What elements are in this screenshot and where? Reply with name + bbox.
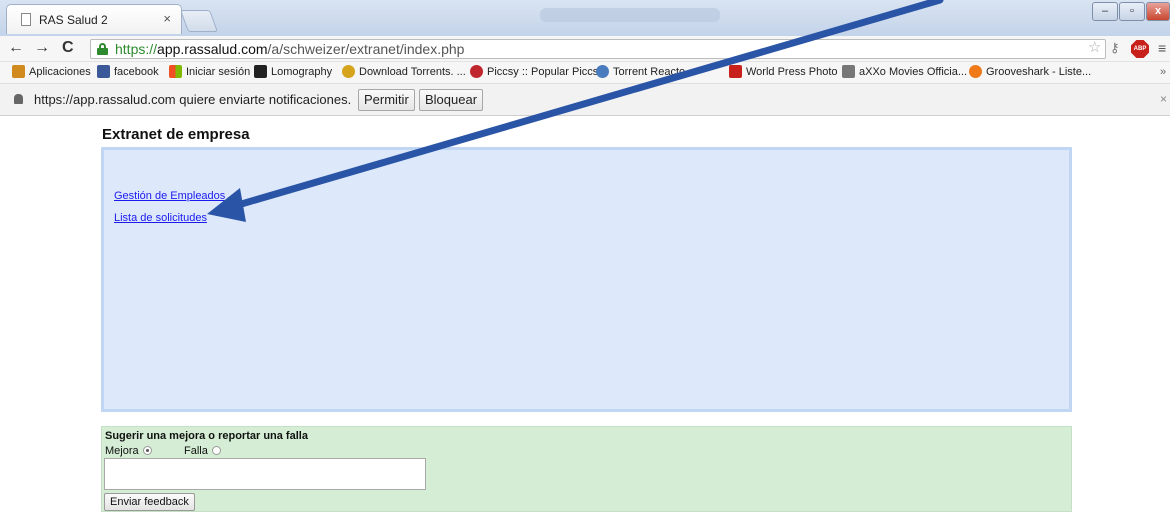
torrent-reactor-icon [596, 65, 609, 78]
windows-icon [169, 65, 182, 78]
feedback-title: Sugerir una mejora o reportar una falla [105, 430, 308, 442]
notification-bar: https://app.rassalud.com quiere enviarte… [0, 84, 1170, 116]
bookmark-aplicaciones[interactable]: Aplicaciones [12, 65, 91, 78]
maximize-button[interactable]: ▫ [1119, 2, 1145, 21]
send-feedback-button[interactable]: Enviar feedback [104, 493, 195, 511]
new-tab-button[interactable] [179, 10, 219, 32]
link-gestion-empleados[interactable]: Gestión de Empleados [114, 190, 225, 202]
tab-close-icon[interactable]: × [163, 11, 171, 26]
wpp-icon [729, 65, 742, 78]
notification-close-icon[interactable]: × [1160, 92, 1167, 106]
bell-icon [14, 94, 23, 104]
bookmark-piccsy[interactable]: Piccsy :: Popular Piccs [470, 65, 598, 78]
feedback-form: Sugerir una mejora o reportar una falla … [101, 426, 1072, 512]
extranet-menu-panel: Gestión de Empleados Lista de solicitude… [101, 147, 1072, 412]
radio-mejora[interactable] [142, 446, 152, 455]
browser-tab[interactable]: RAS Salud 2 × [6, 4, 182, 34]
address-toolbar: ← → C https://app.rassalud.com/a/schweiz… [0, 36, 1170, 62]
option-mejora[interactable]: Mejora [105, 445, 152, 457]
menu-icon[interactable]: ≡ [1158, 40, 1166, 56]
bookmark-iniciar-sesion[interactable]: Iniciar sesión [169, 65, 250, 78]
link-lista-solicitudes[interactable]: Lista de solicitudes [114, 212, 207, 224]
bookmark-axxo-movies[interactable]: aXXo Movies Officia... [842, 65, 967, 78]
heart-icon [470, 65, 483, 78]
bookmark-lomography[interactable]: Lomography [254, 65, 332, 78]
torrent-icon [342, 65, 355, 78]
bookmark-facebook[interactable]: facebook [97, 65, 159, 78]
forward-icon[interactable]: → [34, 40, 50, 56]
block-button[interactable]: Bloquear [419, 89, 484, 111]
allow-button[interactable]: Permitir [358, 89, 415, 111]
grooveshark-icon [969, 65, 982, 78]
address-bar[interactable]: https://app.rassalud.com/a/schweizer/ext… [90, 39, 1106, 59]
facebook-icon [97, 65, 110, 78]
option-falla[interactable]: Falla [184, 445, 221, 457]
bookmark-download-torrents[interactable]: Download Torrents. ... [342, 65, 466, 78]
notification-text: https://app.rassalud.com quiere enviarte… [34, 92, 352, 107]
page-title: Extranet de empresa [102, 126, 250, 143]
lock-icon [97, 43, 108, 55]
title-bar: RAS Salud 2 × – ▫ x [0, 0, 1170, 36]
film-icon [842, 65, 855, 78]
bookmarks-overflow-icon[interactable]: » [1160, 66, 1166, 78]
bookmark-torrent-reactor[interactable]: Torrent Reacto... [596, 65, 694, 78]
reload-icon[interactable]: C [62, 40, 74, 56]
bookmark-grooveshark[interactable]: Grooveshark - Liste... [969, 65, 1091, 78]
tab-title: RAS Salud 2 [39, 13, 108, 27]
url-text[interactable]: https://app.rassalud.com/a/schweizer/ext… [115, 41, 464, 57]
feedback-textarea[interactable] [104, 458, 426, 490]
minimize-button[interactable]: – [1092, 2, 1118, 21]
bookmarks-bar: Aplicaciones facebook Iniciar sesión Lom… [0, 62, 1170, 84]
back-icon[interactable]: ← [8, 40, 24, 56]
apps-grid-icon [12, 65, 25, 78]
bookmark-world-press-photo[interactable]: World Press Photo [729, 65, 838, 78]
key-icon[interactable]: ⚷ [1110, 40, 1120, 56]
bookmark-star-icon[interactable]: ☆ [1088, 38, 1101, 56]
close-window-button[interactable]: x [1146, 2, 1170, 21]
blurred-window-title [540, 8, 720, 22]
browser-window: RAS Salud 2 × – ▫ x ← → C https://app.ra… [0, 0, 1170, 515]
page-icon [21, 13, 31, 26]
camera-icon [254, 65, 267, 78]
radio-falla[interactable] [211, 446, 221, 455]
